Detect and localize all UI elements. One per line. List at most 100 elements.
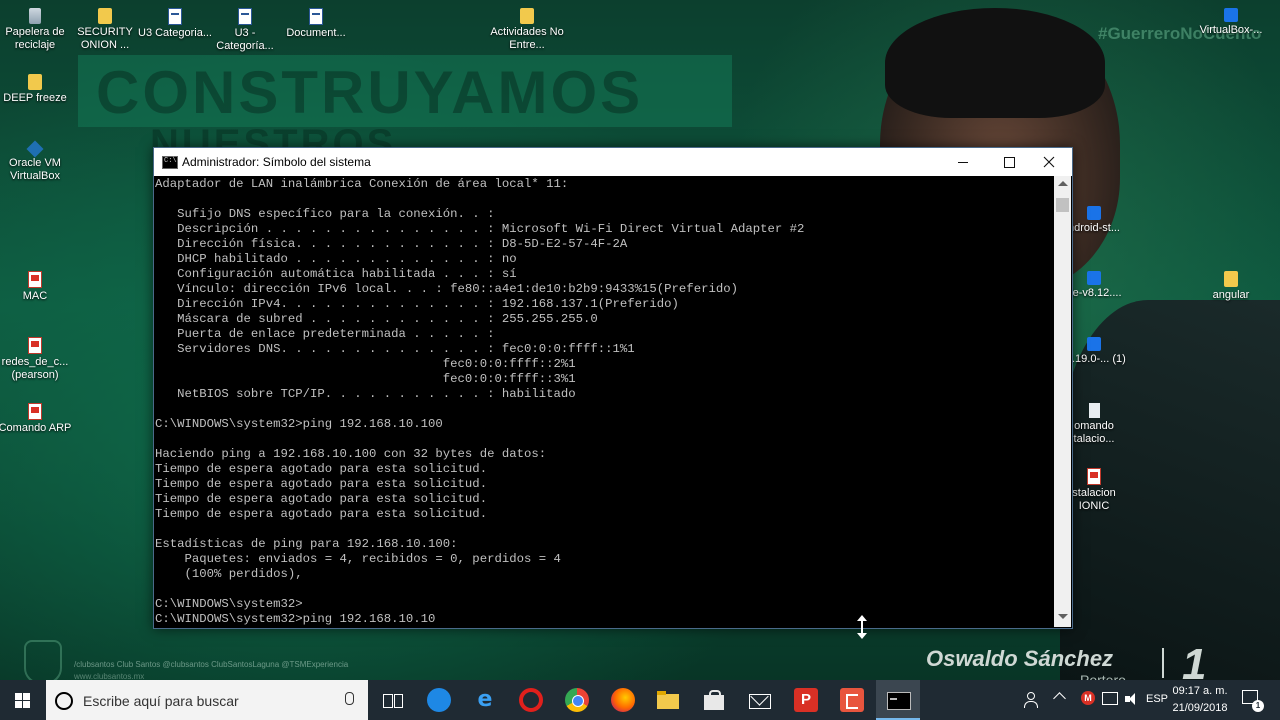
desktop-icon-document[interactable]: Document... xyxy=(278,8,354,40)
wallpaper-player-number: 1 xyxy=(1182,640,1207,680)
chrome-icon[interactable] xyxy=(565,688,589,712)
desktop-icon-deep-freeze[interactable]: DEEP freeze xyxy=(0,74,73,105)
start-button[interactable] xyxy=(0,680,46,720)
desktop-icon-comando-arp[interactable]: Comando ARP xyxy=(0,403,73,435)
desktop-icon-label: stalacion IONIC xyxy=(1072,487,1116,512)
console-line: Tiempo de espera agotado para esta solic… xyxy=(155,462,488,476)
scroll-up-arrow-icon[interactable] xyxy=(1058,181,1068,186)
file-explorer-icon[interactable] xyxy=(656,688,680,712)
recycle-bin-icon xyxy=(29,8,41,24)
close-icon xyxy=(1043,156,1055,168)
folder-icon xyxy=(28,74,42,90)
folder-icon xyxy=(98,8,112,24)
app-icon xyxy=(1087,206,1101,220)
wallpaper-banner-text: CONSTRUYAMOS xyxy=(96,59,644,126)
app-c-icon[interactable] xyxy=(840,688,864,712)
scrollbar-thumb[interactable] xyxy=(1056,198,1069,212)
volume-icon[interactable] xyxy=(1125,692,1139,706)
desktop-icon-label: Document... xyxy=(286,27,346,39)
desktop-icon-redes-pearson[interactable]: redes_de_c... (pearson) xyxy=(0,337,73,382)
network-icon[interactable] xyxy=(1102,692,1118,705)
console-line: fec0:0:0:ffff::2%1 xyxy=(155,357,576,371)
desktop-icon-recycle-bin[interactable]: Papelera de reciclaje xyxy=(0,8,73,52)
desktop-icon-oracle-virtualbox[interactable]: Oracle VM VirtualBox xyxy=(0,140,73,183)
firefox-icon[interactable] xyxy=(611,688,635,712)
task-view-icon[interactable] xyxy=(380,688,404,712)
notification-count-badge: 1 xyxy=(1252,700,1264,712)
scroll-down-arrow-icon[interactable] xyxy=(1058,614,1068,619)
mail-icon[interactable] xyxy=(748,688,772,712)
console-line: Tiempo de espera agotado para esta solic… xyxy=(155,477,488,491)
windows-logo-icon xyxy=(15,693,30,708)
command-prompt-taskbar-icon[interactable] xyxy=(886,688,911,712)
console-line: Tiempo de espera agotado para esta solic… xyxy=(155,507,488,521)
desktop-icon-label: U3 - Categoría... xyxy=(216,27,274,52)
desktop-icon-mac[interactable]: MAC xyxy=(0,271,73,303)
console-line: Estadísticas de ping para 192.168.10.100… xyxy=(155,537,458,551)
internet-explorer-icon[interactable]: e xyxy=(473,688,497,712)
desktop-icon-security-onion[interactable]: SECURITY ONION ... xyxy=(67,8,143,52)
desktop-icon-label: Papelera de reciclaje xyxy=(5,26,65,51)
clock-time[interactable]: 09:17 a. m. xyxy=(1170,685,1230,697)
console-output[interactable]: Adaptador de LAN inalámbrica Conexión de… xyxy=(154,176,1054,627)
desktop-icon-label: DEEP freeze xyxy=(3,92,67,104)
resize-cursor-icon xyxy=(857,615,867,639)
desktop-icon-label: redes_de_c... (pearson) xyxy=(1,356,69,381)
taskbar-search-box[interactable]: Escribe aquí para buscar xyxy=(46,680,368,720)
edge-icon[interactable] xyxy=(427,688,451,712)
console-line: (100% perdidos), xyxy=(155,567,303,581)
console-line: fec0:0:0:ffff::3%1 xyxy=(155,372,576,386)
folder-icon xyxy=(1224,271,1238,287)
minimize-button[interactable] xyxy=(940,148,986,176)
console-line: C:\WINDOWS\system32>ping 192.168.10.10 xyxy=(155,612,436,626)
taskbar: Escribe aquí para buscar e P M ESP 09:17… xyxy=(0,680,1280,720)
clock-date[interactable]: 21/09/2018 xyxy=(1170,702,1230,714)
language-indicator[interactable]: ESP xyxy=(1146,693,1168,705)
console-line: C:\WINDOWS\system32> xyxy=(155,597,303,611)
app-p-icon[interactable]: P xyxy=(794,688,818,712)
opera-icon[interactable] xyxy=(519,688,543,712)
console-line: Configuración automática habilitada . . … xyxy=(155,267,517,281)
word-document-icon xyxy=(309,8,323,25)
desktop-icon-label: Comando ARP xyxy=(0,422,72,434)
chevron-up-icon[interactable] xyxy=(1053,692,1066,705)
desktop-icon-u3-categoria-2[interactable]: U3 - Categoría... xyxy=(207,8,283,53)
console-line: Haciendo ping a 192.168.10.100 con 32 by… xyxy=(155,447,547,461)
console-line: Descripción . . . . . . . . . . . . . . … xyxy=(155,222,805,236)
desktop-icon-label: angular xyxy=(1212,289,1250,301)
store-icon[interactable] xyxy=(702,688,726,712)
desktop-icon-label: SECURITY ONION ... xyxy=(77,26,133,51)
console-line: Paquetes: enviados = 4, recibidos = 0, p… xyxy=(155,552,561,566)
people-icon[interactable] xyxy=(1024,692,1038,708)
console-line: Dirección IPv4. . . . . . . . . . . . . … xyxy=(155,297,679,311)
desktop-icon-label: U3 Categoria... xyxy=(138,27,212,39)
command-prompt-window[interactable]: Administrador: Símbolo del sistema Adapt… xyxy=(153,147,1073,629)
window-titlebar[interactable]: Administrador: Símbolo del sistema xyxy=(154,148,1072,176)
tray-m-icon[interactable]: M xyxy=(1081,691,1095,705)
console-line: Sufijo DNS específico para la conexión. … xyxy=(155,207,495,221)
desktop-icon-label: ndroid-st... xyxy=(1068,222,1120,234)
vertical-scrollbar[interactable] xyxy=(1054,176,1071,627)
folder-icon xyxy=(520,8,534,24)
console-line: Máscara de subred . . . . . . . . . . . … xyxy=(155,312,598,326)
desktop-icon-label: omando talacio... xyxy=(1073,420,1115,445)
desktop-icon-label: de-v8.12.... xyxy=(1066,287,1122,299)
wallpaper-player-name: Oswaldo Sánchez xyxy=(926,646,1114,671)
cortana-icon xyxy=(55,692,73,710)
wallpaper-divider xyxy=(1162,648,1164,678)
pdf-icon xyxy=(28,403,42,420)
console-line: DHCP habilitado . . . . . . . . . . . . … xyxy=(155,252,517,266)
desktop-icon-actividades[interactable]: Actividades No Entre... xyxy=(489,8,565,52)
console-line: Vínculo: dirección IPv6 local. . . : fe8… xyxy=(155,282,738,296)
word-document-icon xyxy=(168,8,182,25)
close-button[interactable] xyxy=(1026,148,1072,176)
console-line: NetBIOS sobre TCP/IP. . . . . . . . . . … xyxy=(155,387,576,401)
desktop-icon-u3-categoria[interactable]: U3 Categoria... xyxy=(137,8,213,40)
desktop-icon-virtualbox-installer[interactable]: VirtualBox-... xyxy=(1193,8,1269,37)
pdf-icon xyxy=(28,271,42,288)
desktop-icon-angular[interactable]: angular xyxy=(1193,271,1269,302)
virtualbox-icon xyxy=(26,140,44,158)
console-line: Puerta de enlace predeterminada . . . . … xyxy=(155,327,495,341)
word-document-icon xyxy=(238,8,252,25)
microphone-icon[interactable] xyxy=(345,692,354,705)
